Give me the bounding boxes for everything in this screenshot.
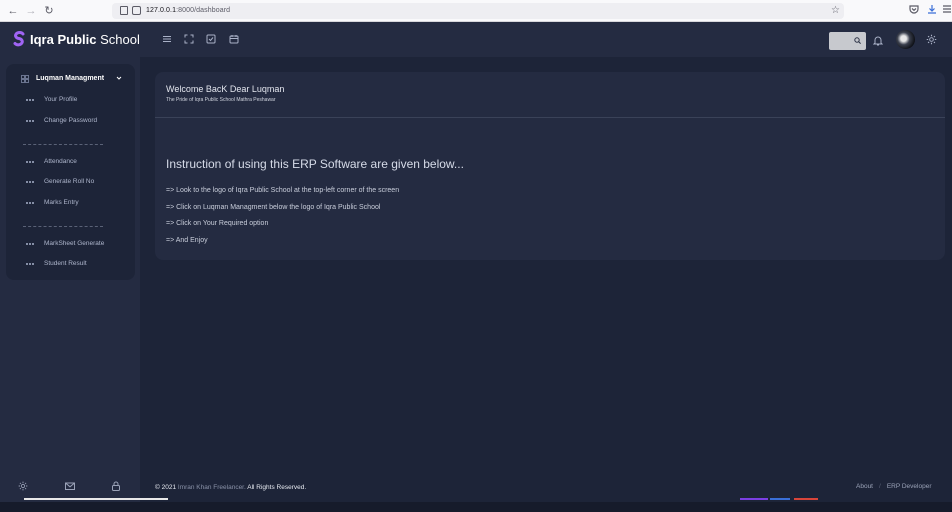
sidebar-item-label: Attendance [44, 158, 77, 165]
fullscreen-icon[interactable] [184, 34, 194, 44]
sidebar-item-label: Generate Roll No [44, 178, 95, 185]
connection-icon[interactable] [132, 6, 141, 15]
credit-link[interactable]: Imran Khan Freelancer. [178, 484, 246, 491]
sidebar-item-label: Your Profile [44, 96, 78, 103]
dots-icon [26, 202, 34, 204]
address-bar[interactable]: 127.0.0.1:8000/dashboard ☆ [112, 3, 844, 19]
divider [23, 226, 103, 227]
dots-icon [26, 243, 34, 245]
sidebar-item-label: MarkSheet Generate [44, 240, 105, 247]
instruction-line: => And Enjoy [166, 237, 208, 244]
taskbar-item [770, 498, 790, 500]
browser-toolbar: ← → ↻ 127.0.0.1:8000/dashboard ☆ [0, 0, 952, 22]
page-icon [120, 6, 128, 15]
bookmark-star-icon[interactable]: ☆ [831, 4, 840, 18]
sidebar-item-label: Marks Entry [44, 199, 79, 206]
sidebar-menu: Luqman Managment Your Profile Change Pas… [6, 64, 135, 280]
forward-icon[interactable]: → [25, 5, 37, 17]
footer-copyright: © 2021 Imran Khan Freelancer. All Rights… [155, 484, 307, 491]
school-tagline: The Pride of Iqra Public School Mathra P… [166, 97, 276, 103]
welcome-card: Welcome BacK Dear Luqman The Pride of Iq… [155, 72, 945, 260]
task-icon[interactable] [206, 34, 216, 44]
back-icon[interactable]: ← [7, 5, 19, 17]
sidebar-item-marksheet-generate[interactable]: MarkSheet Generate [26, 238, 126, 250]
sidebar-item-student-result[interactable]: Student Result [26, 258, 126, 270]
progress-strip [24, 498, 168, 500]
lock-icon[interactable] [111, 481, 121, 491]
gear-icon[interactable] [18, 481, 28, 491]
sidebar-item-label: Student Result [44, 260, 87, 267]
sidebar-item-your-profile[interactable]: Your Profile [26, 94, 126, 106]
hamburger-menu-icon[interactable] [941, 4, 952, 16]
instruction-line: => Click on Luqman Managment below the l… [166, 204, 381, 211]
welcome-heading: Welcome BacK Dear Luqman [166, 84, 285, 94]
instruction-line: => Look to the logo of Iqra Public Schoo… [166, 187, 400, 194]
url-text: 127.0.0.1:8000/dashboard [146, 7, 231, 14]
dots-icon [26, 99, 34, 101]
divider [23, 144, 103, 145]
bell-icon[interactable] [873, 35, 883, 46]
taskbar [0, 502, 952, 512]
menu-icon[interactable] [162, 34, 172, 44]
taskbar-item [794, 498, 818, 500]
sidebar-item-change-password[interactable]: Change Password [26, 115, 126, 127]
dots-icon [26, 120, 34, 122]
chevron-down-icon[interactable] [115, 74, 123, 82]
dots-icon [26, 161, 34, 163]
sidebar-item-marks-entry[interactable]: Marks Entry [26, 197, 126, 209]
mail-icon[interactable] [65, 481, 75, 491]
dots-icon [26, 263, 34, 265]
taskbar-item [740, 498, 768, 500]
instruction-title: Instruction of using this ERP Software a… [166, 157, 464, 171]
sidebar-item-generate-roll-no[interactable]: Generate Roll No [26, 176, 126, 188]
grid-icon [21, 75, 29, 83]
search-input[interactable] [829, 32, 866, 50]
brand-name[interactable]: Iqra Public School [30, 31, 140, 48]
instruction-line: => Click on Your Required option [166, 220, 269, 227]
reload-icon[interactable]: ↻ [43, 5, 55, 17]
sidebar-item-label: Change Password [44, 117, 98, 124]
avatar[interactable] [896, 30, 915, 49]
sidebar-item-attendance[interactable]: Attendance [26, 156, 126, 168]
calendar-icon[interactable] [229, 34, 239, 44]
sidebar-menu-title[interactable]: Luqman Managment [36, 73, 104, 84]
erp-developer-link[interactable]: ERP Developer [887, 483, 932, 490]
divider [155, 117, 945, 118]
dots-icon [26, 181, 34, 183]
gear-icon[interactable] [926, 34, 937, 45]
pocket-icon[interactable] [908, 4, 920, 16]
app-header: Iqra Public School [0, 22, 952, 57]
download-icon[interactable] [926, 4, 938, 16]
school-logo-icon[interactable] [12, 31, 26, 47]
footer-links: About / ERP Developer [856, 483, 932, 490]
about-link[interactable]: About [856, 483, 873, 490]
search-icon[interactable] [854, 37, 861, 44]
